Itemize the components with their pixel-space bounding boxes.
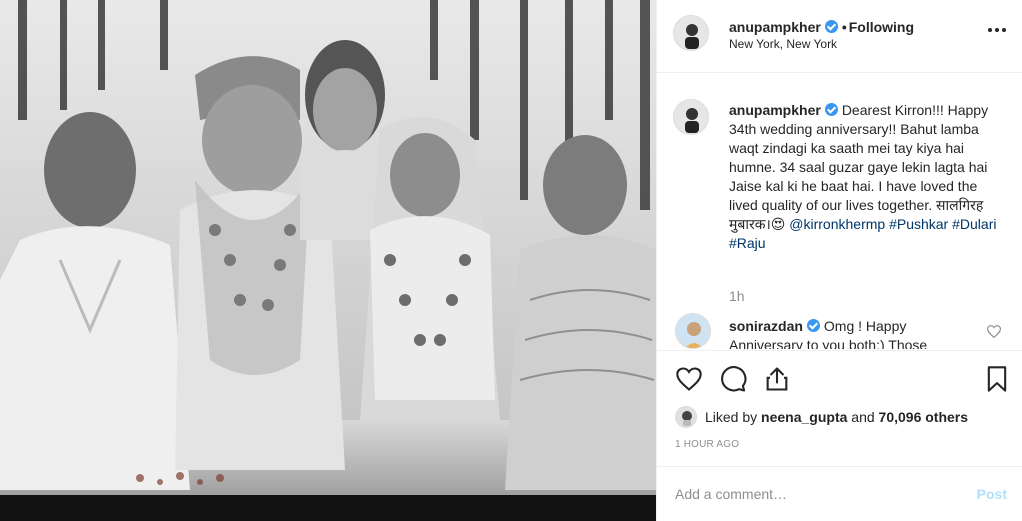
share-icon[interactable] [763, 365, 791, 393]
follow-separator: • [841, 19, 847, 35]
post-details-panel: anupampkher • Following New York, New York… [656, 0, 1022, 521]
caption-username[interactable]: anupampkher [729, 102, 821, 118]
liker-avatar[interactable] [675, 406, 697, 428]
verified-badge-icon [824, 103, 838, 116]
likes-connector: and [851, 409, 875, 425]
more-options-icon[interactable] [988, 28, 1006, 34]
likes-summary: Liked by neena_gupta and 70,096 others [675, 404, 968, 430]
caption-text: Dearest Kirron!!! Happy 34th wedding ann… [729, 102, 989, 232]
author-line: anupampkher • Following [729, 19, 914, 35]
likes-text: Liked by neena_gupta and 70,096 others [705, 409, 968, 425]
liker-username[interactable]: neena_gupta [761, 409, 847, 425]
add-comment-bar: Post [657, 466, 1022, 521]
post-header: anupampkher • Following New York, New York [657, 0, 1022, 73]
comment-input[interactable] [675, 481, 965, 507]
wedding-photo [0, 0, 656, 521]
comments-list[interactable]: anupampkher Dearest Kirron!!! Happy 34th … [657, 73, 1022, 349]
post-comment-button[interactable]: Post [977, 486, 1007, 502]
likes-prefix: Liked by [705, 409, 758, 425]
author-username[interactable]: anupampkher [729, 19, 821, 35]
commenter-avatar[interactable] [675, 313, 711, 349]
verified-badge-icon [824, 20, 838, 33]
post-location[interactable]: New York, New York [729, 37, 837, 51]
post-caption: anupampkher Dearest Kirron!!! Happy 34th … [729, 101, 1005, 253]
comment-icon[interactable] [719, 365, 747, 393]
likes-others-count[interactable]: 70,096 others [879, 409, 969, 425]
caption-emoji: 😍 [770, 216, 786, 232]
comment-username[interactable]: sonirazdan [729, 318, 803, 334]
caption-avatar[interactable] [673, 99, 709, 135]
post-timestamp[interactable]: 1 HOUR AGO [675, 439, 739, 450]
author-avatar[interactable] [673, 15, 709, 51]
caption-hashtag[interactable]: #Dulari [952, 216, 996, 232]
caption-hashtag[interactable]: #Pushkar [889, 216, 948, 232]
comment-like-heart-icon[interactable] [987, 325, 1001, 338]
verified-badge-icon [806, 319, 820, 332]
caption-time[interactable]: 1h [729, 288, 745, 304]
post-photo[interactable] [0, 0, 656, 521]
follow-status-button[interactable]: Following [849, 19, 914, 35]
caption-mention[interactable]: @kirronkhermp [789, 216, 885, 232]
heart-icon[interactable] [675, 365, 703, 393]
comment-item: sonirazdan Omg ! Happy Anniversary to you… [729, 317, 979, 349]
bookmark-icon[interactable] [983, 365, 1011, 393]
caption-hashtag[interactable]: #Raju [729, 235, 766, 251]
